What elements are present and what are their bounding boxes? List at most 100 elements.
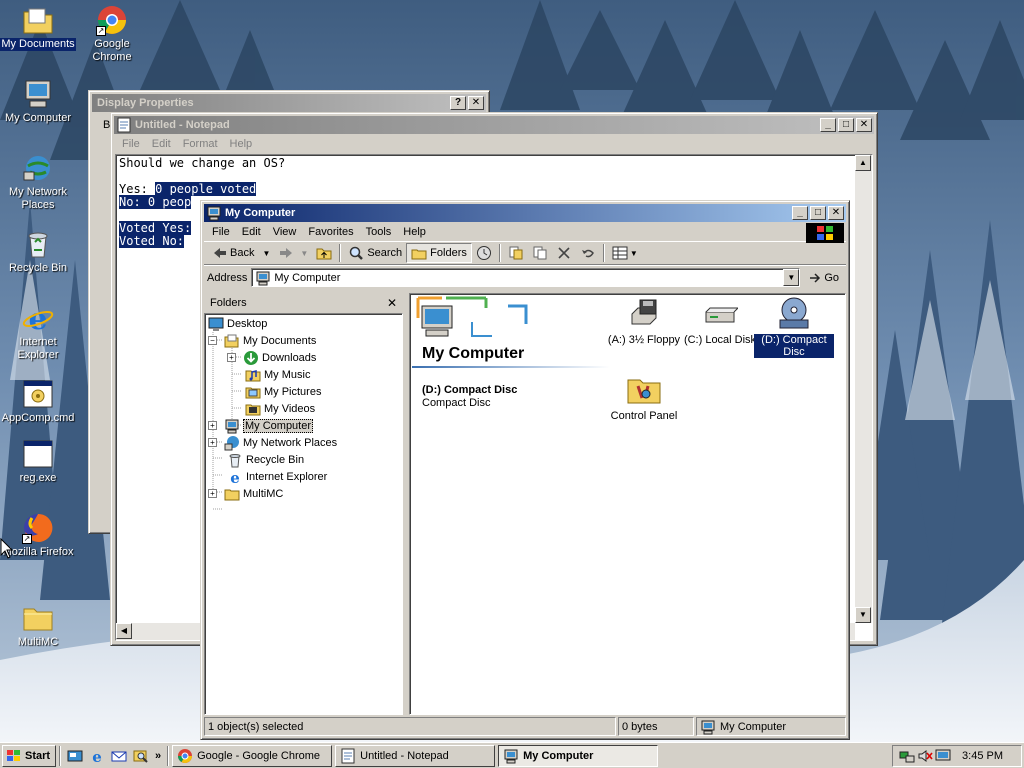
show-desktop-icon[interactable] — [66, 747, 84, 765]
drive-d-compact-disc[interactable]: (D:) Compact Disc — [754, 296, 834, 358]
collapse-icon[interactable]: − — [208, 336, 217, 345]
scroll-down-button[interactable]: ▼ — [855, 607, 871, 623]
address-dropdown-button[interactable]: ▼ — [783, 269, 800, 286]
scroll-left-button[interactable]: ◀ — [116, 623, 132, 639]
menu-file[interactable]: File — [206, 226, 236, 238]
task-google-chrome[interactable]: Google - Google Chrome — [172, 744, 333, 767]
tree-item-my-videos[interactable]: My Videos — [245, 400, 315, 417]
menu-file[interactable]: File — [116, 138, 146, 150]
display-properties-titlebar[interactable]: Display Properties ? ✕ — [92, 94, 486, 112]
desktop-icon-network-places[interactable]: My Network Places — [0, 152, 76, 212]
desktop-icon-reg-exe[interactable]: reg.exe — [0, 438, 76, 485]
history-button[interactable] — [472, 243, 496, 263]
desktop-icon-appcomp-cmd[interactable]: AppComp.cmd — [0, 378, 76, 425]
minimize-button[interactable]: _ — [820, 118, 836, 132]
folder-tree[interactable]: Desktop − My Documents + Downloads My Mu… — [204, 313, 403, 715]
chevron-down-icon[interactable]: ▼ — [300, 249, 308, 258]
undo-button[interactable] — [576, 243, 600, 263]
svg-text:e: e — [230, 469, 240, 485]
address-input[interactable]: My Computer ▼ — [251, 268, 801, 287]
tree-item-my-computer[interactable]: + My Computer — [208, 417, 314, 434]
internet-explorer-icon[interactable]: e — [88, 747, 106, 765]
display-tray-icon[interactable] — [935, 748, 951, 764]
clock[interactable]: 3:45 PM — [962, 750, 1003, 762]
desktop-icon-internet-explorer[interactable]: e Internet Explorer — [0, 302, 76, 362]
my-computer-window[interactable]: My Computer _ □ ✕ File Edit View Favorit… — [200, 200, 850, 740]
menu-tools[interactable]: Tools — [360, 226, 398, 238]
folders-pane: Folders ✕ Desktop − My Documents + Downl… — [204, 293, 403, 715]
forward-button[interactable]: ▼ — [274, 243, 312, 263]
delete-icon — [558, 247, 570, 259]
scroll-up-button[interactable]: ▲ — [855, 155, 871, 171]
vertical-scrollbar[interactable]: ▲ ▼ — [855, 155, 872, 623]
tree-item-multimc[interactable]: + MultiMC — [208, 485, 283, 502]
content-pane[interactable]: My Computer (D:) Compact Disc Compact Di… — [409, 293, 846, 715]
control-panel[interactable]: Control Panel — [604, 372, 684, 422]
delete-button[interactable] — [552, 243, 576, 263]
tree-item-label: My Network Places — [243, 436, 338, 449]
tree-item-desktop[interactable]: Desktop — [208, 315, 267, 332]
folders-icon — [411, 249, 427, 260]
volume-muted-icon[interactable] — [917, 748, 933, 764]
desktop-icon-my-computer[interactable]: My Computer — [0, 78, 76, 125]
desktop-icon-my-documents[interactable]: My Documents — [0, 4, 76, 51]
expand-icon[interactable]: + — [227, 353, 236, 362]
status-size: 0 bytes — [618, 717, 694, 736]
tree-item-my-documents[interactable]: − My Documents — [208, 332, 316, 349]
notepad-titlebar[interactable]: Untitled - Notepad _ □ ✕ — [114, 116, 874, 134]
close-button[interactable]: ✕ — [828, 206, 844, 220]
my-computer-titlebar[interactable]: My Computer _ □ ✕ — [204, 204, 846, 222]
expand-icon[interactable]: + — [208, 489, 217, 498]
expand-icon[interactable]: + — [208, 421, 217, 430]
network-tray-icon[interactable] — [899, 748, 915, 764]
my-computer-icon — [22, 78, 54, 110]
maximize-button[interactable]: □ — [838, 118, 854, 132]
tree-item-internet-explorer[interactable]: e Internet Explorer — [227, 468, 327, 487]
menu-help[interactable]: Help — [397, 226, 432, 238]
maximize-button[interactable]: □ — [810, 206, 826, 220]
minimize-button[interactable]: _ — [792, 206, 808, 220]
tree-item-downloads[interactable]: + Downloads — [227, 349, 316, 366]
network-places-icon — [22, 152, 54, 184]
start-button[interactable]: Start — [2, 744, 56, 767]
copy-to-button[interactable] — [528, 243, 552, 263]
recycle-bin-icon — [227, 452, 243, 468]
drive-c-local-disk[interactable]: (C:) Local Disk — [680, 296, 760, 346]
expand-icon[interactable]: + — [208, 438, 217, 447]
shortcut-arrow-icon: ↗ — [22, 534, 32, 544]
menu-help[interactable]: Help — [224, 138, 259, 150]
menu-edit[interactable]: Edit — [236, 226, 267, 238]
close-button[interactable]: ✕ — [856, 118, 872, 132]
chevron-down-icon[interactable]: ▼ — [262, 249, 270, 258]
menu-format[interactable]: Format — [177, 138, 224, 150]
search-button[interactable]: Search — [344, 243, 406, 263]
task-notepad[interactable]: Untitled - Notepad — [335, 744, 496, 767]
desktop-icon-multimc[interactable]: MultiMC — [0, 602, 76, 649]
search-icon[interactable] — [132, 747, 150, 765]
drive-a-floppy[interactable]: (A:) 3½ Floppy — [604, 296, 684, 346]
menu-edit[interactable]: Edit — [146, 138, 177, 150]
chevron-right-icon[interactable]: » — [155, 750, 161, 762]
menu-view[interactable]: View — [267, 226, 303, 238]
move-to-button[interactable] — [504, 243, 528, 263]
tree-item-recycle-bin[interactable]: Recycle Bin — [227, 451, 304, 468]
tree-item-label: MultiMC — [243, 487, 284, 500]
desktop-icon-recycle-bin[interactable]: Recycle Bin — [0, 228, 76, 275]
close-button[interactable]: ✕ — [468, 96, 484, 110]
tree-item-my-music[interactable]: My Music — [245, 366, 310, 383]
close-icon[interactable]: ✕ — [387, 296, 397, 310]
tree-item-my-pictures[interactable]: My Pictures — [245, 383, 321, 400]
views-button[interactable]: ▼ — [608, 243, 642, 263]
local-disk-icon — [702, 296, 740, 332]
desktop-icon-google-chrome[interactable]: ↗ Google Chrome — [74, 4, 150, 64]
task-my-computer[interactable]: My Computer — [498, 744, 659, 767]
selected-text: Voted No: — [119, 234, 185, 248]
back-button[interactable]: Back ▼ — [208, 243, 274, 263]
help-button[interactable]: ? — [450, 96, 466, 110]
folders-button[interactable]: Folders — [406, 243, 472, 263]
outlook-express-icon[interactable] — [110, 747, 128, 765]
menu-favorites[interactable]: Favorites — [302, 226, 359, 238]
go-button[interactable]: Go — [804, 268, 843, 288]
up-folder-button[interactable] — [312, 243, 336, 263]
tree-item-my-network-places[interactable]: + My Network Places — [208, 434, 337, 451]
